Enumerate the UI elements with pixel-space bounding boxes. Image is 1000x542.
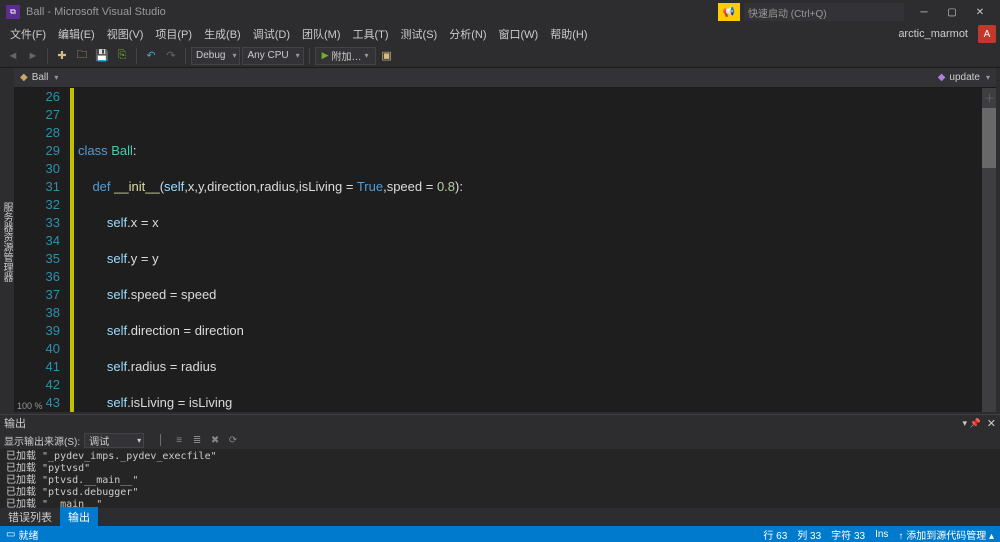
undo-button[interactable]: ↶: [142, 47, 160, 65]
statusbar: ▭就绪 行 63 列 33 字符 33 Ins ↑ 添加到源代码管理 ▴: [0, 526, 1000, 542]
window-title: Ball - Microsoft Visual Studio: [26, 6, 718, 18]
status-ready: ▭就绪: [6, 527, 38, 542]
attach-button[interactable]: ▶附加…▾: [315, 47, 376, 65]
menu-test[interactable]: 测试(S): [395, 24, 444, 44]
code-content[interactable]: class Ball: def __init__(self,x,y,direct…: [74, 88, 996, 412]
menu-window[interactable]: 窗口(W): [493, 24, 545, 44]
tab-error-list[interactable]: 错误列表: [0, 507, 60, 527]
menu-debug[interactable]: 调试(D): [247, 24, 296, 44]
user-avatar[interactable]: A: [978, 25, 996, 43]
vs-logo-icon: ⧉: [6, 5, 20, 19]
menu-analyze[interactable]: 分析(N): [443, 24, 492, 44]
output-source-select[interactable]: 调试: [84, 433, 144, 448]
split-editor-icon[interactable]: ＋: [984, 90, 995, 106]
output-tabs: 错误列表 输出: [0, 508, 1000, 526]
nav-fwd-button[interactable]: ►: [24, 47, 42, 65]
output-body[interactable]: 已加载 "_pydev_imps._pydev_execfile" 已加载 "p…: [0, 449, 1000, 508]
menu-help[interactable]: 帮助(H): [544, 24, 593, 44]
output-toolbar: 显示输出来源(S): 调试 │ ≡ ≣ ✖ ⟳: [0, 431, 1000, 449]
notification-icon[interactable]: 📢: [718, 3, 740, 21]
redo-button[interactable]: ↷: [162, 47, 180, 65]
save-button[interactable]: 💾: [93, 47, 111, 65]
zoom-level[interactable]: 100 %: [14, 400, 46, 412]
tab-output[interactable]: 输出: [60, 507, 98, 527]
nav-bar: ◆Ball▾ ◆update▾: [14, 68, 996, 88]
output-title: 输出: [4, 415, 26, 431]
scrollbar-thumb[interactable]: [982, 108, 996, 168]
output-tool-icon[interactable]: │: [154, 433, 168, 447]
editor-scrollbar[interactable]: [982, 88, 996, 412]
titlebar: ⧉ Ball - Microsoft Visual Studio 📢 快速启动 …: [0, 0, 1000, 24]
play-icon: ▶: [322, 50, 329, 61]
menu-file[interactable]: 文件(F): [4, 24, 52, 44]
output-title-bar: 输出 ▾ 📌 ✕: [0, 415, 1000, 431]
nav-back-button[interactable]: ◄: [4, 47, 22, 65]
output-wrap-icon[interactable]: ≣: [190, 433, 204, 447]
status-col[interactable]: 列 33: [797, 527, 821, 542]
server-explorer-tab[interactable]: 服务器资源管理器: [0, 202, 14, 282]
class-icon: ◆: [20, 72, 28, 83]
close-button[interactable]: ✕: [966, 2, 994, 22]
status-icon: ▭: [6, 529, 15, 540]
output-find-icon[interactable]: ≡: [172, 433, 186, 447]
output-clear-icon[interactable]: ✖: [208, 433, 222, 447]
status-char[interactable]: 字符 33: [831, 527, 865, 542]
minimize-button[interactable]: ─: [910, 2, 938, 22]
member-nav-dropdown[interactable]: ◆update▾: [934, 71, 994, 84]
output-pin-icon[interactable]: ▾ 📌: [963, 418, 981, 429]
status-ins[interactable]: Ins: [875, 529, 888, 540]
menu-view[interactable]: 视图(V): [101, 24, 150, 44]
line-gutter: 2627282930313233343536373839404142434445: [14, 88, 70, 412]
quick-launch-input[interactable]: 快速启动 (Ctrl+Q): [744, 3, 904, 21]
menu-team[interactable]: 团队(M): [296, 24, 347, 44]
menu-edit[interactable]: 编辑(E): [52, 24, 101, 44]
menu-tools[interactable]: 工具(T): [347, 24, 395, 44]
output-close-icon[interactable]: ✕: [987, 417, 996, 430]
output-lock-icon[interactable]: ⟳: [226, 433, 240, 447]
config-select[interactable]: Debug: [191, 47, 240, 65]
open-button[interactable]: 🗀: [73, 47, 91, 65]
status-line[interactable]: 行 63: [763, 527, 787, 542]
left-tool-tabs: 服务器资源管理器 工具箱: [0, 68, 14, 412]
toolbar-extra-icon[interactable]: ▣: [378, 47, 396, 65]
platform-select[interactable]: Any CPU: [242, 47, 303, 65]
user-name[interactable]: arctic_marmot: [892, 26, 974, 42]
output-source-label: 显示输出来源(S):: [4, 433, 80, 448]
save-all-button[interactable]: ⎘: [113, 47, 131, 65]
output-panel: 输出 ▾ 📌 ✕ 显示输出来源(S): 调试 │ ≡ ≣ ✖ ⟳ 已加载 "_p…: [0, 414, 1000, 526]
toolbar: ◄ ► ✚ 🗀 💾 ⎘ ↶ ↷ Debug Any CPU ▶附加…▾ ▣: [0, 44, 1000, 68]
new-project-button[interactable]: ✚: [53, 47, 71, 65]
menu-project[interactable]: 项目(P): [149, 24, 198, 44]
class-nav-dropdown[interactable]: ◆Ball▾: [16, 71, 62, 84]
menubar: 文件(F) 编辑(E) 视图(V) 项目(P) 生成(B) 调试(D) 团队(M…: [0, 24, 1000, 44]
maximize-button[interactable]: ▢: [938, 2, 966, 22]
code-editor[interactable]: 2627282930313233343536373839404142434445…: [14, 88, 996, 412]
menu-build[interactable]: 生成(B): [198, 24, 247, 44]
status-scm[interactable]: ↑ 添加到源代码管理 ▴: [898, 527, 994, 542]
method-icon: ◆: [938, 72, 946, 83]
